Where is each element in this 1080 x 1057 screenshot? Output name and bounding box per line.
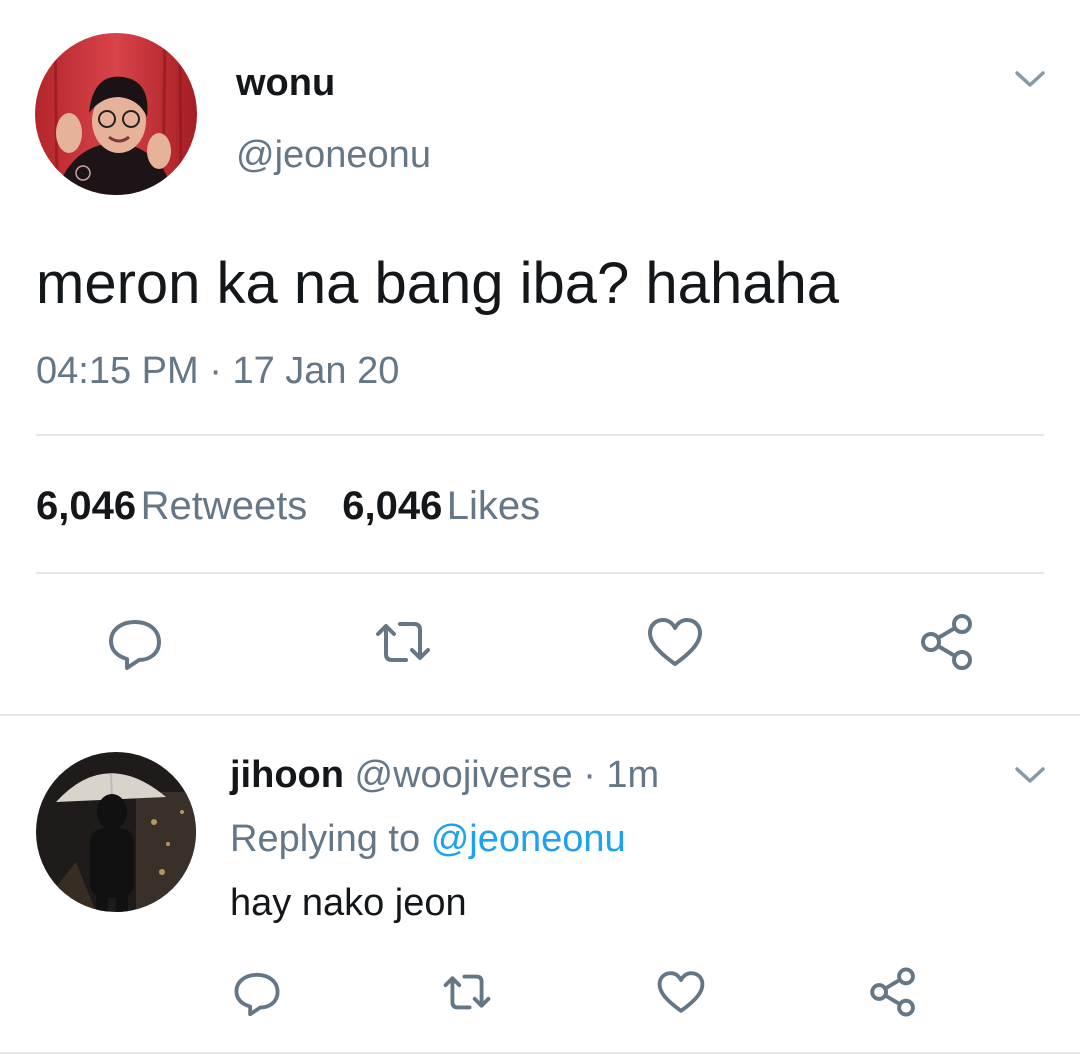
tweet-stats: 6,046 Retweets 6,046 Likes [36,484,540,529]
like-button[interactable] [650,964,712,1020]
retweet-button[interactable] [368,610,438,674]
reply-button[interactable] [100,610,170,674]
tweet-date: 17 Jan 20 [232,350,400,392]
section-divider [0,714,1080,716]
retweet-icon [443,974,491,1010]
reply-header: jihoon @woojiverse · 1m [230,754,659,797]
tweet-time: 04:15 PM [36,350,199,392]
reply-age[interactable]: 1m [606,754,659,796]
reply-author-name[interactable]: jihoon [230,754,344,796]
tweet-timestamp[interactable]: 04:15 PM · 17 Jan 20 [36,350,399,393]
meta-separator: · [209,350,222,392]
likes-count: 6,046 [342,484,443,528]
share-icon [921,614,972,670]
heart-icon [648,618,702,666]
like-button[interactable] [640,610,710,674]
author-handle[interactable]: @jeoneonu [236,134,431,177]
heart-icon [657,971,705,1013]
reply-author-handle[interactable]: @woojiverse [355,754,573,796]
section-divider [0,1052,1080,1054]
tweet-text: meron ka na bang iba? hahaha [36,251,839,316]
replying-to: Replying to @jeoneonu [230,818,626,861]
divider [36,572,1044,574]
retweets-stat[interactable]: 6,046 Retweets [36,484,312,528]
share-icon [870,967,915,1017]
likes-label: Likes [446,484,541,528]
retweets-count: 6,046 [36,484,137,528]
chevron-down-icon[interactable] [1010,66,1050,92]
replying-to-handle[interactable]: @jeoneonu [431,818,626,860]
reply-author-avatar[interactable] [36,752,196,912]
reply-text: hay nako jeon [230,882,467,924]
share-button[interactable] [912,610,982,674]
chevron-down-icon[interactable] [1010,762,1050,788]
author-name[interactable]: wonu [236,62,335,105]
retweet-icon [376,622,430,662]
reply-button[interactable] [226,964,288,1020]
replying-to-label: Replying to [230,818,421,860]
retweet-button[interactable] [436,964,498,1020]
divider [36,434,1044,436]
reply-icon [109,620,161,670]
share-button[interactable] [862,964,924,1020]
author-avatar[interactable] [35,33,197,195]
reply-separator: · [583,754,596,796]
likes-stat[interactable]: 6,046 Likes [342,484,540,528]
reply-icon [234,972,280,1016]
retweets-label: Retweets [140,484,308,528]
